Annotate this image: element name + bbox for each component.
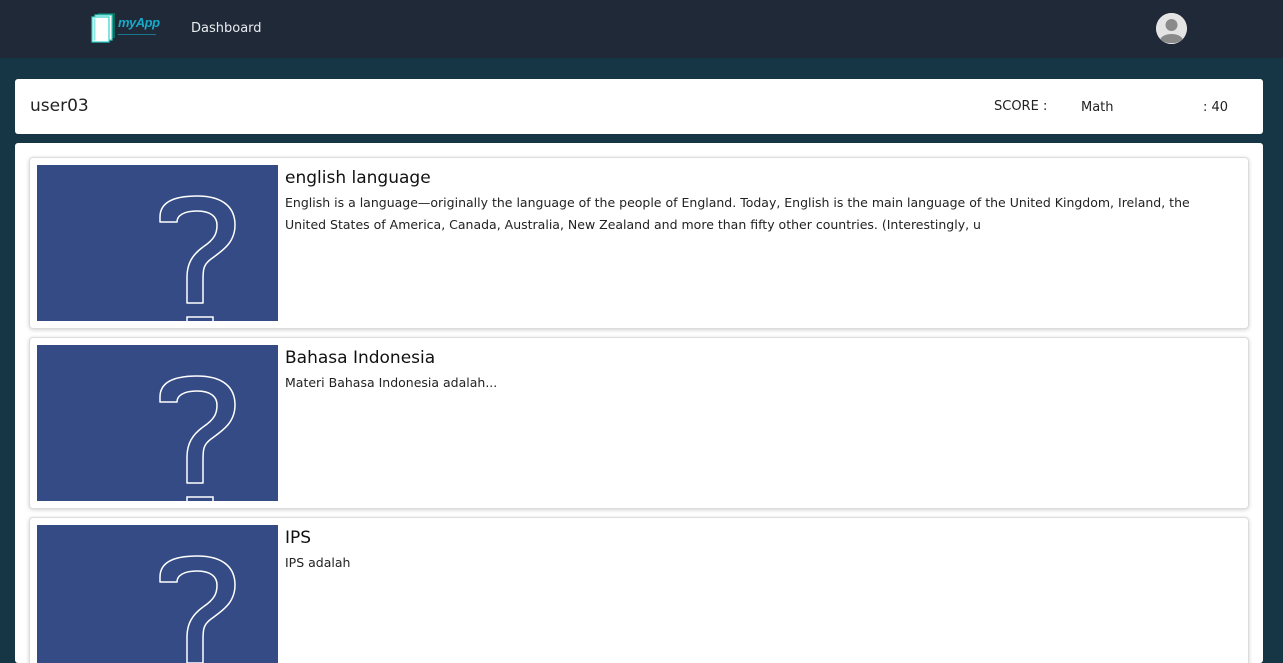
course-description: IPS adalah (285, 555, 351, 570)
course-title: Bahasa Indonesia (285, 348, 436, 368)
course-thumbnail (37, 165, 278, 321)
course-description: English is a language—originally the lan… (285, 195, 1190, 232)
course-card-bahasa-indonesia[interactable]: Bahasa Indonesia Materi Bahasa Indonesia… (29, 337, 1249, 509)
course-title: english language (285, 168, 431, 188)
course-description: Materi Bahasa Indonesia adalah... (285, 375, 498, 390)
question-mark-icon (159, 195, 236, 321)
question-mark-icon (159, 555, 236, 663)
logo-text: myApp (118, 15, 160, 30)
user-score-bar: user03 SCORE : Math : 40 (15, 79, 1263, 134)
course-thumbnail (37, 525, 278, 663)
logo-pages-icon (91, 13, 115, 43)
course-card-ips[interactable]: IPS IPS adalah (29, 517, 1249, 663)
course-card-english[interactable]: english language English is a language—o… (29, 157, 1249, 329)
user-avatar-icon[interactable] (1156, 13, 1187, 44)
score-label: SCORE : (994, 99, 1048, 114)
score-subject: Math (1081, 100, 1114, 115)
nav-dashboard-link[interactable]: Dashboard (191, 21, 262, 36)
logo-underline (118, 34, 156, 35)
course-title: IPS (285, 528, 312, 548)
top-navbar: myApp Dashboard (0, 0, 1283, 58)
username-label: user03 (30, 96, 89, 116)
score-value: : 40 (1203, 100, 1229, 115)
course-list: english language English is a language—o… (15, 143, 1263, 663)
course-thumbnail (37, 345, 278, 501)
question-mark-icon (159, 375, 236, 501)
app-logo[interactable]: myApp (91, 12, 161, 44)
